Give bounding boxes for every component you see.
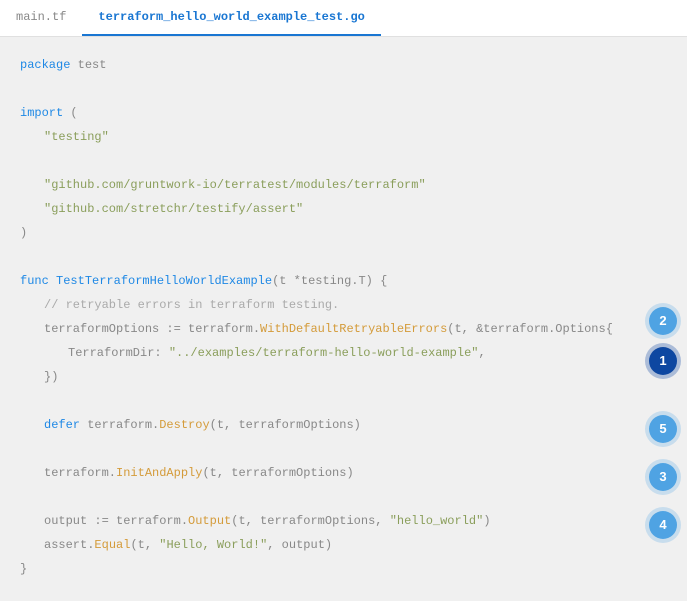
call: InitAndApply	[116, 466, 202, 480]
text: (t, &terraform.Options{	[447, 322, 613, 336]
call: Output	[188, 514, 231, 528]
text: )	[483, 514, 490, 528]
code-line: terraformOptions := terraform.WithDefaul…	[20, 317, 667, 341]
string: "hello_world"	[390, 514, 484, 528]
step-marker-3[interactable]: 3	[649, 463, 677, 491]
keyword: defer	[44, 418, 80, 432]
text: , output)	[267, 538, 332, 552]
keyword: func	[20, 274, 49, 288]
text: (t *testing.T) {	[272, 274, 387, 288]
code-line: import (	[20, 101, 667, 125]
text: (t,	[130, 538, 159, 552]
code-line: // retryable errors in terraform testing…	[20, 293, 667, 317]
text: assert.	[44, 538, 94, 552]
text: terraformOptions := terraform.	[44, 322, 260, 336]
text: (t, terraformOptions)	[210, 418, 361, 432]
code-line: terraform.InitAndApply(t, terraformOptio…	[20, 461, 667, 485]
text: terraform.	[44, 466, 116, 480]
code-line: defer terraform.Destroy(t, terraformOpti…	[20, 413, 667, 437]
tab-bar: main.tf terraform_hello_world_example_te…	[0, 0, 687, 37]
code-line	[20, 437, 667, 461]
text: (	[63, 106, 77, 120]
text: (t, terraformOptions)	[202, 466, 353, 480]
text: }	[20, 562, 27, 576]
text: TerraformDir:	[68, 346, 169, 360]
code-line: TerraformDir: "../examples/terraform-hel…	[20, 341, 667, 365]
call: Destroy	[159, 418, 209, 432]
step-marker-4[interactable]: 4	[649, 511, 677, 539]
step-marker-5[interactable]: 5	[649, 415, 677, 443]
text: output := terraform.	[44, 514, 188, 528]
step-marker-2[interactable]: 2	[649, 307, 677, 335]
code-line: func TestTerraformHelloWorldExample(t *t…	[20, 269, 667, 293]
tab-main-tf[interactable]: main.tf	[0, 0, 82, 36]
string: "../examples/terraform-hello-world-examp…	[169, 346, 479, 360]
code-line	[20, 389, 667, 413]
code-line: "testing"	[20, 125, 667, 149]
code-line: })	[20, 365, 667, 389]
keyword: import	[20, 106, 63, 120]
code-line: output := terraform.Output(t, terraformO…	[20, 509, 667, 533]
code-line	[20, 77, 667, 101]
func-name: TestTerraformHelloWorldExample	[56, 274, 272, 288]
comment: // retryable errors in terraform testing…	[44, 298, 339, 312]
code-line	[20, 485, 667, 509]
code-line	[20, 149, 667, 173]
step-marker-1[interactable]: 1	[649, 347, 677, 375]
call: Equal	[94, 538, 130, 552]
code-line: )	[20, 221, 667, 245]
string: "github.com/stretchr/testify/assert"	[44, 202, 303, 216]
text: ,	[478, 346, 485, 360]
code-line: "github.com/stretchr/testify/assert"	[20, 197, 667, 221]
code-line: "github.com/gruntwork-io/terratest/modul…	[20, 173, 667, 197]
code-line: package test	[20, 53, 667, 77]
keyword: package	[20, 58, 70, 72]
text: terraform.	[80, 418, 159, 432]
code-viewer: package test import ( "testing" "github.…	[0, 37, 687, 601]
call: WithDefaultRetryableErrors	[260, 322, 447, 336]
text: (t, terraformOptions,	[231, 514, 389, 528]
text: )	[20, 226, 27, 240]
text: })	[44, 370, 58, 384]
tab-test-go[interactable]: terraform_hello_world_example_test.go	[82, 0, 380, 36]
string: "Hello, World!"	[159, 538, 267, 552]
code-line	[20, 245, 667, 269]
text: test	[70, 58, 106, 72]
string: "github.com/gruntwork-io/terratest/modul…	[44, 178, 426, 192]
string: "testing"	[44, 130, 109, 144]
code-line: }	[20, 557, 667, 581]
